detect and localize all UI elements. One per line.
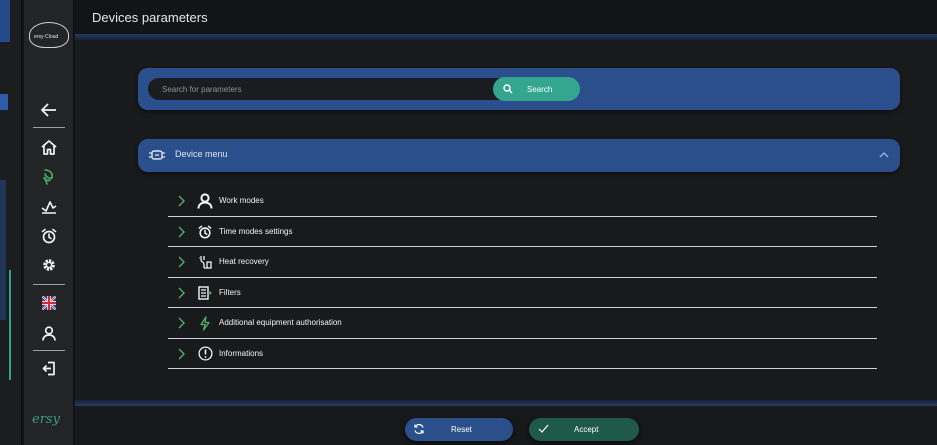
back-arrow-icon[interactable] [34, 99, 64, 121]
accept-button[interactable]: Accept [529, 418, 639, 441]
background-window-edge [0, 0, 22, 445]
sidebar-divider [33, 350, 65, 351]
menu-item-label: Additional equipment authorisation [219, 318, 342, 327]
chevron-right-icon [178, 256, 185, 268]
top-bar: Devices parameters [75, 0, 937, 36]
chevron-right-icon [178, 287, 185, 298]
alarm-clock-icon [196, 223, 214, 241]
chart-trend-icon[interactable] [34, 196, 64, 218]
chevron-right-icon [178, 195, 185, 207]
menu-item-work-modes[interactable]: Work modes [168, 186, 877, 217]
user-icon [196, 192, 214, 210]
device-menu-list: Work modes Time modes settings Heat reco… [168, 186, 877, 369]
device-menu-icon [149, 150, 165, 160]
chevron-up-icon[interactable] [878, 149, 890, 161]
menu-item-heat-recovery[interactable]: Heat recovery [168, 247, 877, 278]
search-button[interactable]: Search [493, 77, 580, 101]
uk-flag-icon[interactable] [34, 292, 64, 314]
search-icon [503, 84, 513, 94]
lightning-icon [196, 314, 214, 332]
gear-icon[interactable] [34, 254, 64, 276]
info-circle-icon [196, 345, 214, 363]
menu-item-filters[interactable]: Filters [168, 278, 877, 308]
sidebar-divider [33, 284, 65, 285]
menu-item-label: Time modes settings [219, 226, 293, 236]
ersy-logo: ersy [32, 412, 60, 427]
menu-item-informations[interactable]: Informations [168, 339, 877, 369]
app-window: ersy·Cloud ersy Devices parameters Searc… [0, 0, 937, 445]
chevron-right-icon [178, 348, 185, 359]
menu-item-additional-equipment[interactable]: Additional equipment authorisation [168, 308, 877, 339]
checkmark-icon [538, 424, 549, 433]
menu-item-label: Work modes [219, 196, 264, 205]
reset-button[interactable]: Reset [405, 418, 513, 441]
user-icon[interactable] [34, 322, 64, 344]
chevron-right-icon [178, 317, 185, 329]
refresh-icon [414, 423, 424, 435]
ersy-cloud-logo: ersy·Cloud [29, 22, 69, 48]
reset-button-label: Reset [451, 425, 472, 434]
search-input[interactable] [148, 78, 504, 100]
device-menu-label: Device menu [175, 149, 228, 159]
menu-item-label: Heat recovery [219, 257, 269, 266]
page-title: Devices parameters [92, 10, 208, 25]
home-icon[interactable] [34, 136, 64, 158]
device-menu-accordion[interactable]: Device menu [138, 139, 900, 172]
filter-icon [196, 284, 214, 302]
chevron-right-icon [178, 226, 185, 237]
sidebar: ersy·Cloud ersy [24, 0, 74, 445]
accept-button-label: Accept [574, 425, 599, 434]
heat-exchanger-icon [196, 253, 214, 271]
menu-item-time-modes-settings[interactable]: Time modes settings [168, 217, 877, 247]
leaf-hand-icon[interactable] [34, 166, 64, 188]
menu-item-label: Filters [219, 287, 241, 297]
menu-item-label: Informations [219, 348, 264, 358]
sidebar-divider [33, 127, 65, 128]
logout-icon[interactable] [34, 357, 64, 379]
search-button-label: Search [527, 84, 553, 94]
search-panel: Search [138, 68, 900, 110]
alarm-clock-icon[interactable] [34, 225, 64, 247]
